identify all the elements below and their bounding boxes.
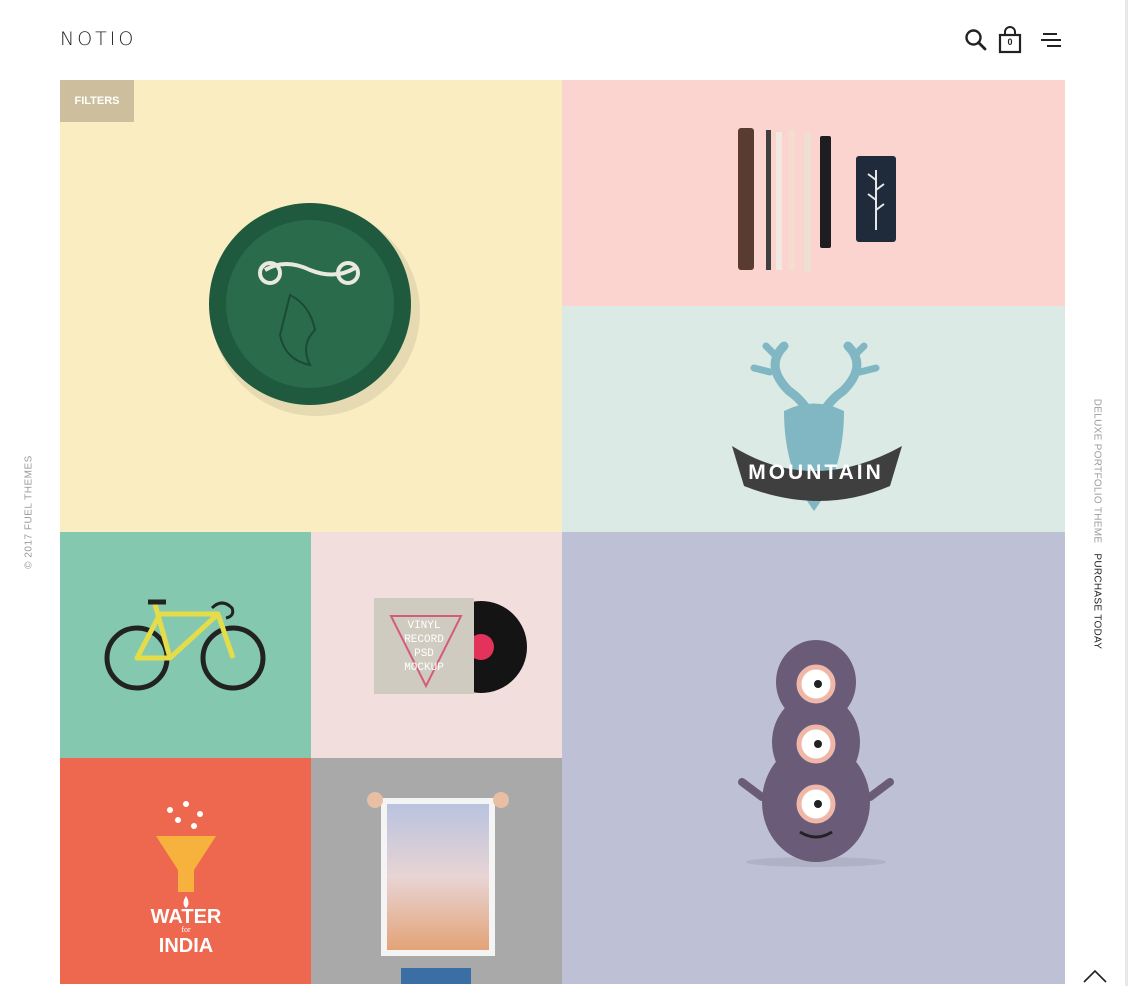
portfolio-item-stationery[interactable]	[562, 80, 1065, 306]
mountain-label: MOUNTAIN	[748, 461, 884, 484]
menu-icon[interactable]	[1039, 30, 1063, 50]
vinyl-line-3: PSD	[414, 648, 434, 660]
portfolio-item-poster[interactable]	[311, 758, 562, 984]
bicycle-image	[104, 599, 266, 691]
vinyl-line-4: MOCKUP	[404, 662, 444, 674]
stationery-image	[738, 128, 896, 272]
monster-image	[738, 640, 894, 867]
site-logo[interactable]: NOTIO	[60, 28, 136, 50]
cart-icon[interactable]: 0	[997, 26, 1023, 54]
poster-mockup-image	[367, 792, 509, 984]
for-label: for	[181, 925, 191, 934]
water-india-image: WATER for INDIA	[151, 801, 222, 957]
vinyl-line-1: VINYL	[407, 620, 440, 632]
filters-button[interactable]: FILTERS	[60, 80, 134, 122]
india-label: INDIA	[159, 935, 213, 957]
portfolio-item-water-india[interactable]: WATER for INDIA	[60, 758, 311, 984]
portfolio-item-vinyl[interactable]: VINYL RECORD PSD MOCKUP	[311, 532, 562, 758]
portfolio-item-mountain[interactable]: MOUNTAIN	[562, 306, 1065, 532]
vinyl-line-2: RECORD	[404, 634, 444, 646]
scroll-to-top-icon[interactable]	[1082, 966, 1108, 986]
portfolio-item-pin-button[interactable]	[60, 80, 562, 532]
pin-button-image	[209, 203, 420, 416]
mountain-deer-image: MOUNTAIN	[732, 341, 902, 511]
vinyl-record-image: VINYL RECORD PSD MOCKUP	[374, 598, 527, 694]
purchase-link[interactable]: PURCHASE TODAY	[1092, 553, 1103, 649]
portfolio-item-bicycle[interactable]	[60, 532, 311, 758]
promo-tagline: DELUXE PORTFOLIO THEME	[1091, 398, 1103, 544]
search-icon[interactable]	[964, 28, 988, 52]
side-promo: DELUXE PORTFOLIO THEME PURCHASE TODAY	[1092, 399, 1103, 649]
portfolio-item-monster[interactable]	[562, 532, 1065, 984]
copyright-text: © 2017 FUEL THEMES	[23, 455, 35, 569]
cart-count: 0	[1007, 37, 1013, 47]
